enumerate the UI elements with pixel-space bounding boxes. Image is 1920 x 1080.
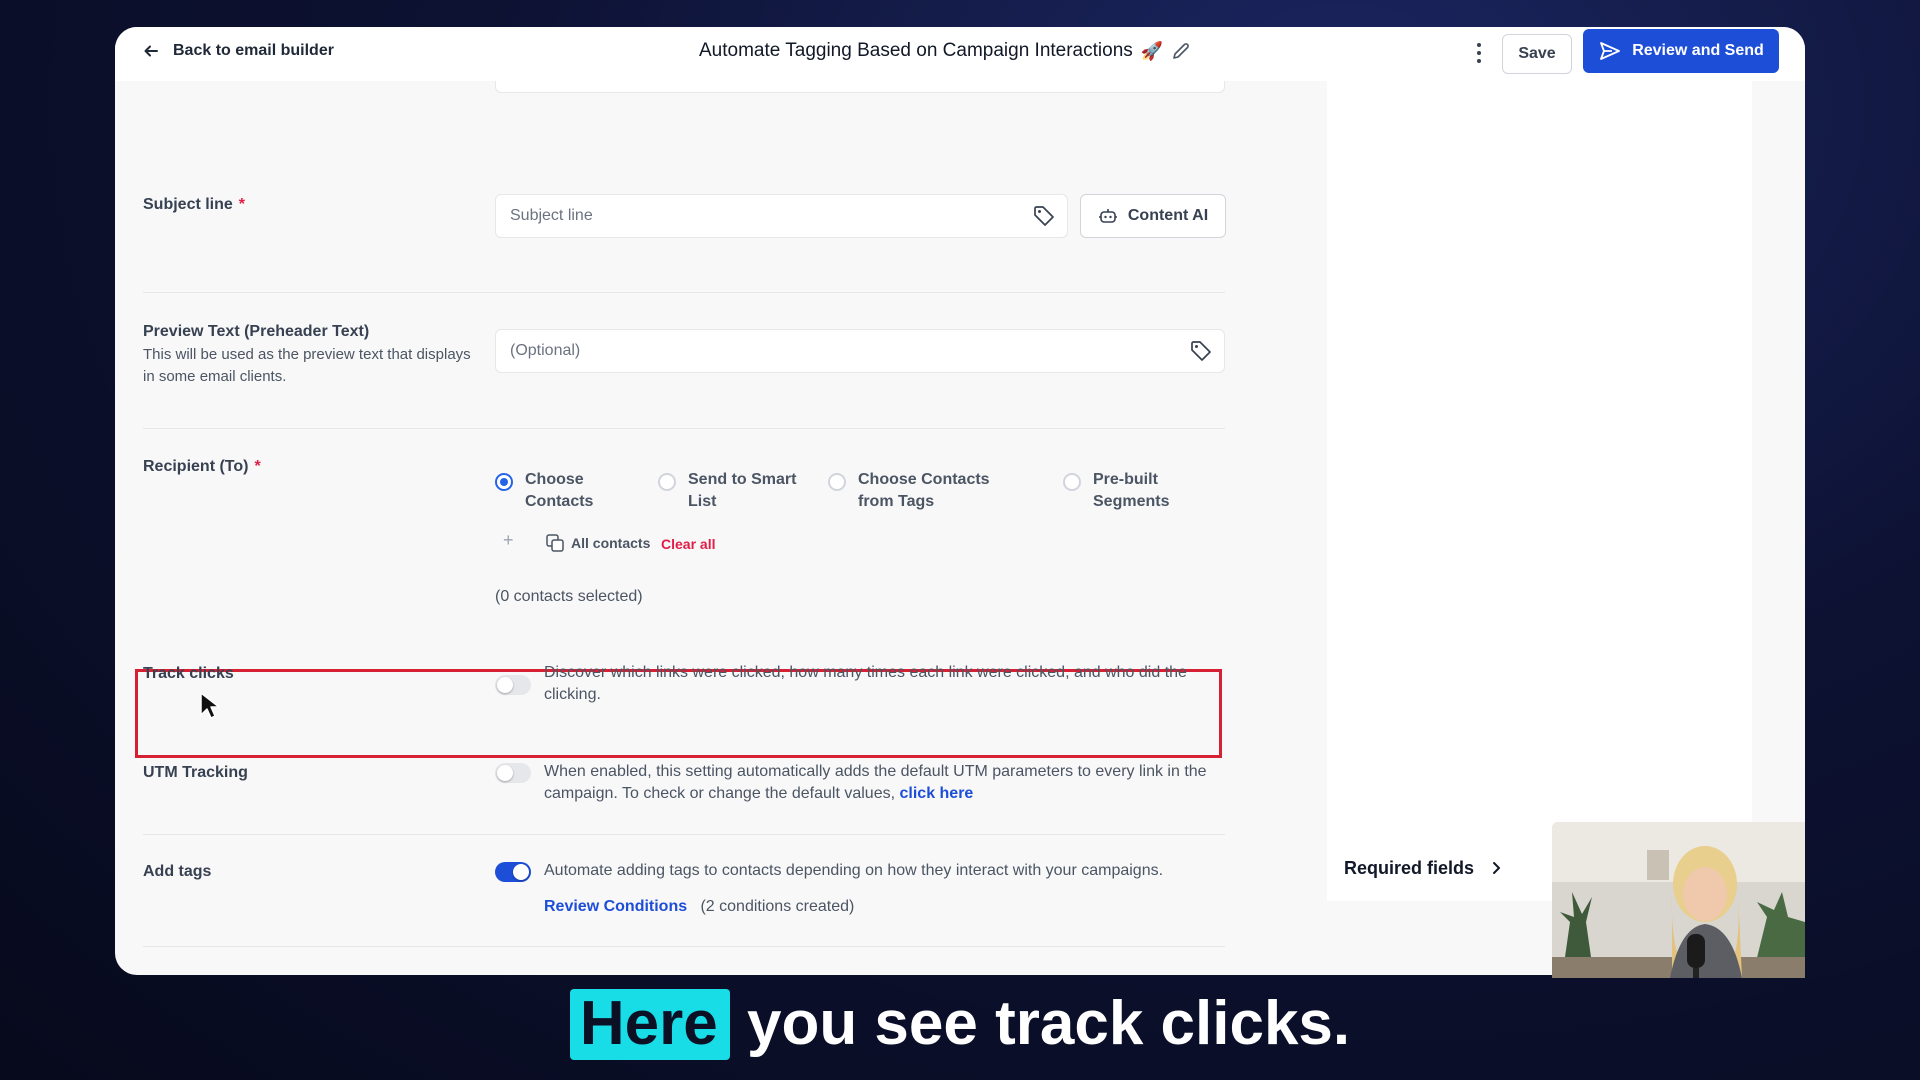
clear-all-link[interactable]: Clear all [661,536,715,552]
review-conditions-link[interactable]: Review Conditions [544,898,687,915]
review-and-send-label: Review and Send [1632,42,1764,59]
mouse-cursor-icon [200,692,220,719]
chevron-right-icon [1493,862,1501,874]
track-clicks-label: Track clicks [143,665,234,682]
review-and-send-button[interactable]: Review and Send [1583,29,1779,73]
radio-choose-contacts[interactable]: Choose Contacts [495,469,615,513]
subject-line-label: Subject line * [143,196,246,213]
content-ai-button[interactable]: Content AI [1080,194,1226,238]
subtitle-caption: Here you see track clicks. [0,988,1920,1060]
utm-tracking-label: UTM Tracking [143,764,248,781]
utm-tracking-description: When enabled, this setting automatically… [544,763,1207,802]
subject-line-placeholder: Subject line [510,207,593,224]
add-tags-label: Add tags [143,863,212,880]
radio-send-to-smart-list[interactable]: Send to Smart List [658,469,798,513]
preview-text-description: This will be used as the preview text th… [143,346,471,385]
webcam-overlay [1552,822,1805,978]
recipient-label: Recipient (To) * [143,458,261,475]
send-icon [1600,42,1621,60]
preview-panel [1327,81,1752,843]
caption-text: you see track clicks. [746,989,1351,1058]
click-here-link[interactable]: click here [900,785,974,802]
robot-icon [1098,209,1117,223]
contacts-selected-count: (0 contacts selected) [495,588,643,605]
divider [143,946,1225,947]
utm-tracking-toggle[interactable] [495,763,531,783]
preview-text-label: Preview Text (Preheader Text) [143,323,370,340]
pencil-icon[interactable] [1171,41,1191,61]
add-recipient-button[interactable]: + [503,530,514,551]
radio-choose-contacts-from-tags[interactable]: Choose Contacts from Tags [828,469,1028,513]
required-fields-button[interactable]: Required fields [1327,835,1565,901]
copy-icon [546,534,564,552]
previous-field-stub [495,81,1225,93]
settings-form: Subject line * Subject line Content AI Pr… [115,81,1300,975]
rocket-emoji: 🚀 [1140,40,1164,61]
content-ai-label: Content AI [1127,207,1209,224]
campaign-title: Automate Tagging Based on Campaign Inter… [699,40,1191,62]
track-clicks-description: Discover which links were clicked, how m… [544,664,1187,703]
top-bar: Back to email builder Automate Tagging B… [115,27,1805,81]
arrow-left-icon [144,45,158,57]
radio-pre-built-segments[interactable]: Pre-built Segments [1063,469,1193,513]
radio-indicator [1063,473,1081,491]
caption-highlight-word: Here [569,989,730,1060]
preview-text-placeholder: (Optional) [510,342,581,359]
more-options-icon[interactable] [1467,39,1491,67]
campaign-title-text: Automate Tagging Based on Campaign Inter… [699,40,1133,61]
add-tags-toggle[interactable] [495,862,531,882]
tag-icon[interactable] [1033,205,1055,227]
conditions-count: (2 conditions created) [700,898,855,915]
radio-indicator [828,473,846,491]
divider [143,292,1225,293]
tag-icon[interactable] [1190,340,1212,362]
add-tags-conditions: Review Conditions (2 conditions created) [544,896,1224,918]
add-tags-description: Automate adding tags to contacts dependi… [544,862,1164,879]
subject-line-input[interactable]: Subject line [495,194,1068,238]
preview-text-input[interactable]: (Optional) [495,329,1225,373]
track-clicks-toggle[interactable] [495,675,531,695]
back-label: Back to email builder [173,42,334,59]
divider [143,428,1225,429]
save-button[interactable]: Save [1502,34,1572,74]
radio-selected-indicator [495,473,513,491]
divider [143,834,1225,835]
radio-indicator [658,473,676,491]
all-contacts-chip: All contacts [545,533,650,553]
back-to-email-builder-link[interactable]: Back to email builder [143,42,334,60]
required-fields-label: Required fields [1344,857,1475,878]
